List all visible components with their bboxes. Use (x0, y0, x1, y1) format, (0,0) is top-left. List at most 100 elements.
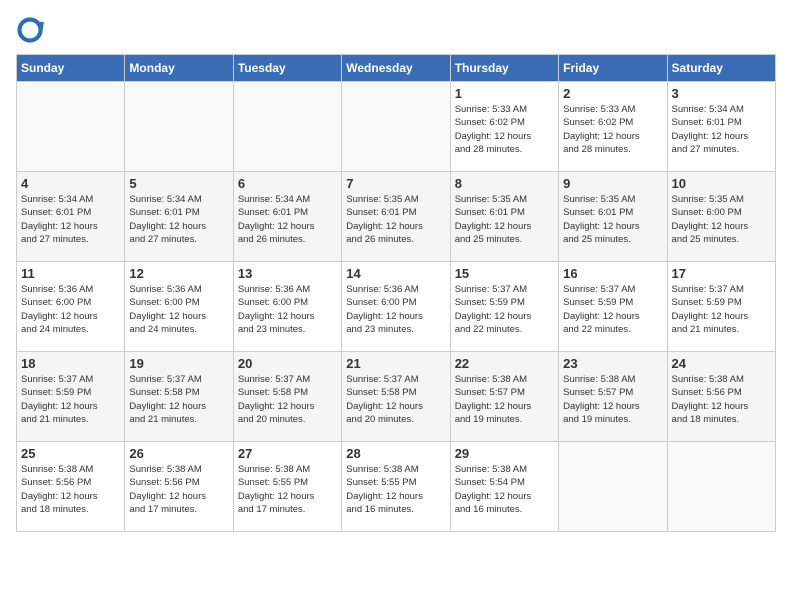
calendar-cell (17, 82, 125, 172)
day-info: Sunrise: 5:37 AM Sunset: 5:59 PM Dayligh… (455, 283, 554, 336)
calendar-cell: 13 Sunrise: 5:36 AM Sunset: 6:00 PM Dayli… (233, 262, 341, 352)
day-number: 28 (346, 446, 445, 461)
day-number: 26 (129, 446, 228, 461)
calendar-cell: 6Sunrise: 5:34 AM Sunset: 6:01 PM Daylig… (233, 172, 341, 262)
calendar-cell: 7Sunrise: 5:35 AM Sunset: 6:01 PM Daylig… (342, 172, 450, 262)
calendar-cell: 29 Sunrise: 5:38 AM Sunset: 5:54 PM Dayli… (450, 442, 558, 532)
day-info: Sunrise: 5:33 AM Sunset: 6:02 PM Dayligh… (455, 103, 554, 156)
calendar-week-row: 4 Sunrise: 5:34 AM Sunset: 6:01 PM Daylig… (17, 172, 776, 262)
calendar-cell: 23Sunrise: 5:38 AM Sunset: 5:57 PM Dayli… (559, 352, 667, 442)
day-number: 1 (455, 86, 554, 101)
calendar-cell: 22 Sunrise: 5:38 AM Sunset: 5:57 PM Dayli… (450, 352, 558, 442)
day-number: 22 (455, 356, 554, 371)
day-header-sunday: Sunday (17, 55, 125, 82)
header (16, 16, 776, 44)
day-number: 17 (672, 266, 771, 281)
day-header-tuesday: Tuesday (233, 55, 341, 82)
day-info: Sunrise: 5:35 AM Sunset: 6:01 PM Dayligh… (455, 193, 554, 246)
day-info: Sunrise: 5:38 AM Sunset: 5:57 PM Dayligh… (455, 373, 554, 426)
day-info: Sunrise: 5:37 AM Sunset: 5:58 PM Dayligh… (346, 373, 445, 426)
day-info: Sunrise: 5:35 AM Sunset: 6:01 PM Dayligh… (346, 193, 445, 246)
day-number: 19 (129, 356, 228, 371)
calendar-cell (559, 442, 667, 532)
calendar-cell: 17 Sunrise: 5:37 AM Sunset: 5:59 PM Dayli… (667, 262, 775, 352)
day-info: Sunrise: 5:38 AM Sunset: 5:55 PM Dayligh… (346, 463, 445, 516)
day-number: 12 (129, 266, 228, 281)
day-number: 4 (21, 176, 120, 191)
day-info: Sunrise: 5:35 AM Sunset: 6:00 PM Dayligh… (672, 193, 771, 246)
calendar-cell: 4 Sunrise: 5:34 AM Sunset: 6:01 PM Daylig… (17, 172, 125, 262)
logo-icon (16, 16, 44, 44)
calendar-cell: 18 Sunrise: 5:37 AM Sunset: 5:59 PM Dayli… (17, 352, 125, 442)
calendar-cell: 8 Sunrise: 5:35 AM Sunset: 6:01 PM Daylig… (450, 172, 558, 262)
calendar-cell: 10 Sunrise: 5:35 AM Sunset: 6:00 PM Dayli… (667, 172, 775, 262)
day-number: 16 (563, 266, 662, 281)
day-info: Sunrise: 5:38 AM Sunset: 5:56 PM Dayligh… (672, 373, 771, 426)
day-info: Sunrise: 5:36 AM Sunset: 6:00 PM Dayligh… (346, 283, 445, 336)
calendar-cell: 28 Sunrise: 5:38 AM Sunset: 5:55 PM Dayli… (342, 442, 450, 532)
day-number: 24 (672, 356, 771, 371)
day-info: Sunrise: 5:37 AM Sunset: 5:59 PM Dayligh… (672, 283, 771, 336)
day-info: Sunrise: 5:38 AM Sunset: 5:56 PM Dayligh… (21, 463, 120, 516)
calendar-table: SundayMondayTuesdayWednesdayThursdayFrid… (16, 54, 776, 532)
logo (16, 16, 48, 44)
day-number: 5 (129, 176, 228, 191)
calendar-cell: 25 Sunrise: 5:38 AM Sunset: 5:56 PM Dayli… (17, 442, 125, 532)
day-number: 27 (238, 446, 337, 461)
calendar-cell: 24 Sunrise: 5:38 AM Sunset: 5:56 PM Dayli… (667, 352, 775, 442)
day-info: Sunrise: 5:34 AM Sunset: 6:01 PM Dayligh… (238, 193, 337, 246)
calendar-cell: 1 Sunrise: 5:33 AM Sunset: 6:02 PM Daylig… (450, 82, 558, 172)
day-info: Sunrise: 5:35 AM Sunset: 6:01 PM Dayligh… (563, 193, 662, 246)
day-number: 29 (455, 446, 554, 461)
calendar-week-row: 1 Sunrise: 5:33 AM Sunset: 6:02 PM Daylig… (17, 82, 776, 172)
day-number: 8 (455, 176, 554, 191)
calendar-cell: 2 Sunrise: 5:33 AM Sunset: 6:02 PM Daylig… (559, 82, 667, 172)
day-info: Sunrise: 5:33 AM Sunset: 6:02 PM Dayligh… (563, 103, 662, 156)
day-number: 13 (238, 266, 337, 281)
day-info: Sunrise: 5:36 AM Sunset: 6:00 PM Dayligh… (129, 283, 228, 336)
day-number: 11 (21, 266, 120, 281)
calendar-cell (233, 82, 341, 172)
day-info: Sunrise: 5:37 AM Sunset: 5:58 PM Dayligh… (238, 373, 337, 426)
calendar-cell: 14 Sunrise: 5:36 AM Sunset: 6:00 PM Dayli… (342, 262, 450, 352)
calendar-cell: 9Sunrise: 5:35 AM Sunset: 6:01 PM Daylig… (559, 172, 667, 262)
day-info: Sunrise: 5:37 AM Sunset: 5:58 PM Dayligh… (129, 373, 228, 426)
calendar-cell: 16 Sunrise: 5:37 AM Sunset: 5:59 PM Dayli… (559, 262, 667, 352)
day-info: Sunrise: 5:38 AM Sunset: 5:56 PM Dayligh… (129, 463, 228, 516)
calendar-cell: 11Sunrise: 5:36 AM Sunset: 6:00 PM Dayli… (17, 262, 125, 352)
day-info: Sunrise: 5:37 AM Sunset: 5:59 PM Dayligh… (21, 373, 120, 426)
day-number: 23 (563, 356, 662, 371)
calendar-cell (667, 442, 775, 532)
day-info: Sunrise: 5:34 AM Sunset: 6:01 PM Dayligh… (129, 193, 228, 246)
day-info: Sunrise: 5:34 AM Sunset: 6:01 PM Dayligh… (672, 103, 771, 156)
calendar-week-row: 18 Sunrise: 5:37 AM Sunset: 5:59 PM Dayli… (17, 352, 776, 442)
calendar-cell (342, 82, 450, 172)
day-info: Sunrise: 5:38 AM Sunset: 5:55 PM Dayligh… (238, 463, 337, 516)
day-number: 10 (672, 176, 771, 191)
calendar-cell: 12 Sunrise: 5:36 AM Sunset: 6:00 PM Dayli… (125, 262, 233, 352)
day-header-wednesday: Wednesday (342, 55, 450, 82)
day-info: Sunrise: 5:37 AM Sunset: 5:59 PM Dayligh… (563, 283, 662, 336)
day-number: 14 (346, 266, 445, 281)
day-info: Sunrise: 5:38 AM Sunset: 5:54 PM Dayligh… (455, 463, 554, 516)
calendar-header-row: SundayMondayTuesdayWednesdayThursdayFrid… (17, 55, 776, 82)
calendar-cell: 26 Sunrise: 5:38 AM Sunset: 5:56 PM Dayli… (125, 442, 233, 532)
calendar-cell: 19 Sunrise: 5:37 AM Sunset: 5:58 PM Dayli… (125, 352, 233, 442)
day-header-friday: Friday (559, 55, 667, 82)
day-header-saturday: Saturday (667, 55, 775, 82)
calendar-cell: 21Sunrise: 5:37 AM Sunset: 5:58 PM Dayli… (342, 352, 450, 442)
calendar-cell: 3 Sunrise: 5:34 AM Sunset: 6:01 PM Daylig… (667, 82, 775, 172)
day-number: 3 (672, 86, 771, 101)
day-number: 15 (455, 266, 554, 281)
day-number: 25 (21, 446, 120, 461)
calendar-cell: 27 Sunrise: 5:38 AM Sunset: 5:55 PM Dayli… (233, 442, 341, 532)
day-header-monday: Monday (125, 55, 233, 82)
day-info: Sunrise: 5:36 AM Sunset: 6:00 PM Dayligh… (238, 283, 337, 336)
day-number: 20 (238, 356, 337, 371)
calendar-cell (125, 82, 233, 172)
day-info: Sunrise: 5:34 AM Sunset: 6:01 PM Dayligh… (21, 193, 120, 246)
day-number: 2 (563, 86, 662, 101)
day-header-thursday: Thursday (450, 55, 558, 82)
day-number: 18 (21, 356, 120, 371)
calendar-week-row: 11 Sunrise: 5:36 AM Sunset: 6:00 PM Dayli… (17, 262, 776, 352)
